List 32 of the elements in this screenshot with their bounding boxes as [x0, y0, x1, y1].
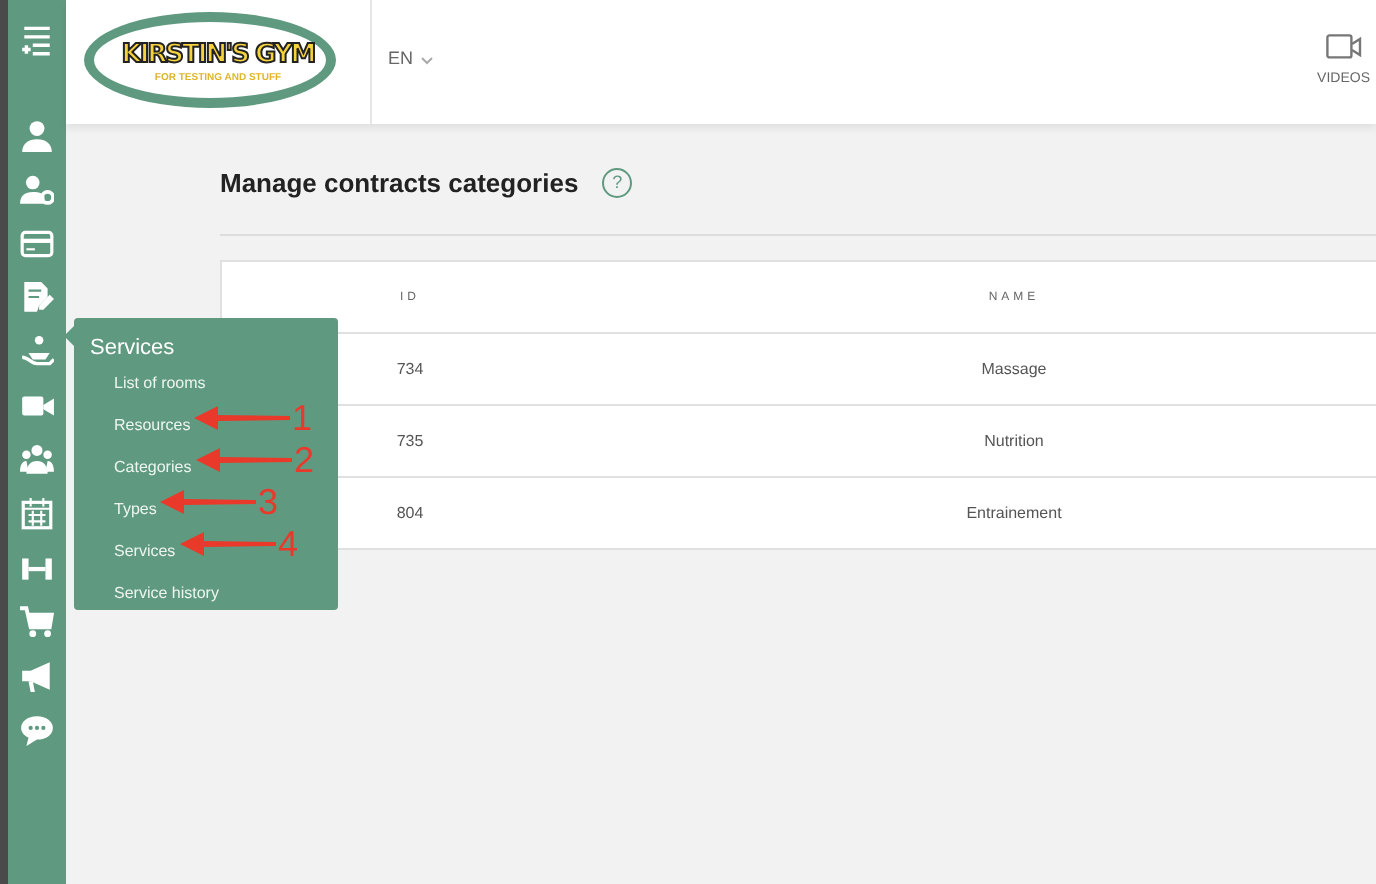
menu-item[interactable]: Services	[114, 542, 176, 560]
flyout-title: Services	[90, 336, 175, 360]
annotation-arrow	[160, 488, 256, 516]
annotation-number: 2	[294, 440, 315, 480]
edit-document-icon[interactable]	[20, 280, 54, 316]
annotation-arrow	[180, 530, 276, 558]
user-gear-icon[interactable]	[20, 172, 54, 208]
annotation-arrow	[196, 446, 292, 474]
menu-item[interactable]: Types	[114, 500, 157, 518]
menu-item[interactable]: Resources	[114, 416, 191, 434]
table-cell: Massage	[598, 333, 1376, 405]
menu-item[interactable]: List of rooms	[114, 374, 206, 392]
video-camera-icon	[1325, 34, 1362, 60]
language-selector[interactable]: EN	[388, 48, 434, 72]
credit-card-icon[interactable]	[20, 226, 54, 262]
page-title: Manage contracts categories	[220, 167, 579, 197]
megaphone-icon[interactable]	[20, 658, 54, 694]
table-cell: Nutrition	[598, 405, 1376, 477]
menu-item[interactable]: Categories	[114, 458, 192, 476]
annotation-arrow	[194, 404, 290, 432]
shopping-cart-icon[interactable]	[20, 604, 54, 640]
chat-bubble-icon[interactable]	[20, 712, 54, 748]
annotation-number: 3	[258, 482, 279, 522]
table-cell: Entrainement	[598, 477, 1376, 549]
user-icon[interactable]	[20, 118, 54, 154]
hand-service-icon[interactable]	[20, 334, 54, 370]
group-icon[interactable]	[20, 442, 54, 478]
menu-item[interactable]: Service history	[114, 584, 219, 602]
logo-title: KIRSTIN'S GYM	[121, 40, 315, 70]
menu-icon[interactable]	[20, 22, 54, 58]
calendar-icon[interactable]	[20, 496, 54, 532]
help-button[interactable]: ?	[602, 167, 633, 197]
